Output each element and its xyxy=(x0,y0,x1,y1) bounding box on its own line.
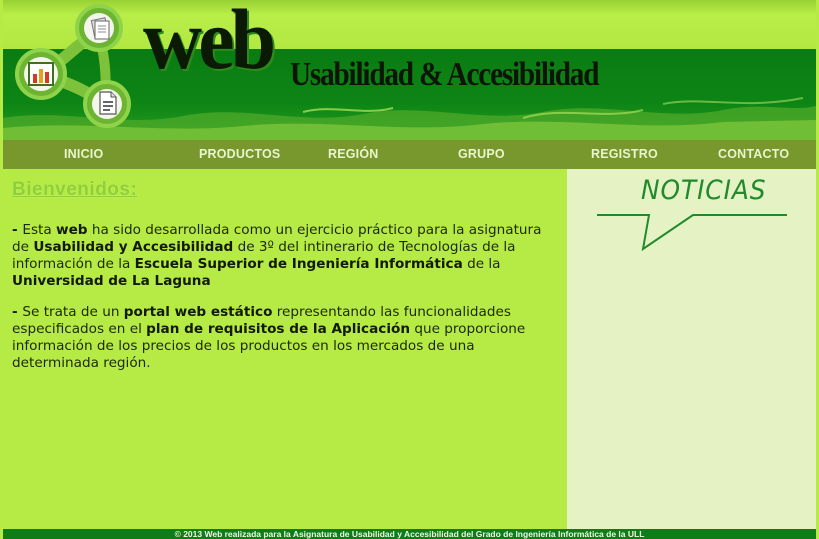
dash: - xyxy=(12,304,23,320)
nav-item-productos[interactable]: PRODUCTOS xyxy=(199,140,280,169)
file-list-icon xyxy=(99,91,117,115)
nav-item-grupo[interactable]: GRUPO xyxy=(458,140,505,169)
description-paragraph: - Se trata de un portal web estático rep… xyxy=(12,304,560,372)
bar-chart-icon xyxy=(28,62,54,86)
text: Se trata de un xyxy=(22,304,124,320)
logo-word: web xyxy=(143,0,276,87)
speech-bubble-tail xyxy=(597,214,787,251)
nav-item-inicio[interactable]: INICIO xyxy=(64,140,103,169)
intro-paragraph: - Esta web ha sido desarrollada como un … xyxy=(12,222,560,290)
news-sidebar: NOTICIAS xyxy=(567,169,816,529)
nav-item-contacto[interactable]: CONTACTO xyxy=(718,140,789,169)
main-nav: INICIO PRODUCTOS REGIÓN GRUPO REGISTRO C… xyxy=(3,140,816,169)
document-icon xyxy=(90,17,110,40)
text: Esta xyxy=(22,222,57,238)
main-content: Bienvenidos: - Esta web ha sido desarrol… xyxy=(3,169,567,529)
site-subtitle: Usabilidad & Accesibilidad xyxy=(290,56,599,93)
emphasis: web xyxy=(56,222,88,238)
emphasis: portal web estático xyxy=(123,304,273,320)
emphasis: Universidad de La Laguna xyxy=(12,273,211,289)
site-header: web Usabilidad & Accesibilidad xyxy=(3,0,816,140)
page: web Usabilidad & Accesibilidad INICIO PR… xyxy=(0,0,819,539)
news-title: NOTICIAS xyxy=(641,175,767,206)
emphasis: Escuela Superior de Ingeniería Informáti… xyxy=(134,256,463,272)
site-footer: © 2013 Web realizada para la Asignatura … xyxy=(3,529,816,539)
emphasis: Usabilidad y Accesibilidad xyxy=(33,239,234,255)
emphasis: plan de requisitos de la Aplicación xyxy=(146,321,411,337)
nav-item-registro[interactable]: REGISTRO xyxy=(591,140,658,169)
text: de la xyxy=(462,256,501,272)
dash: - xyxy=(12,222,23,238)
nav-item-region[interactable]: REGIÓN xyxy=(328,140,379,169)
welcome-heading: Bienvenidos: xyxy=(12,179,138,200)
